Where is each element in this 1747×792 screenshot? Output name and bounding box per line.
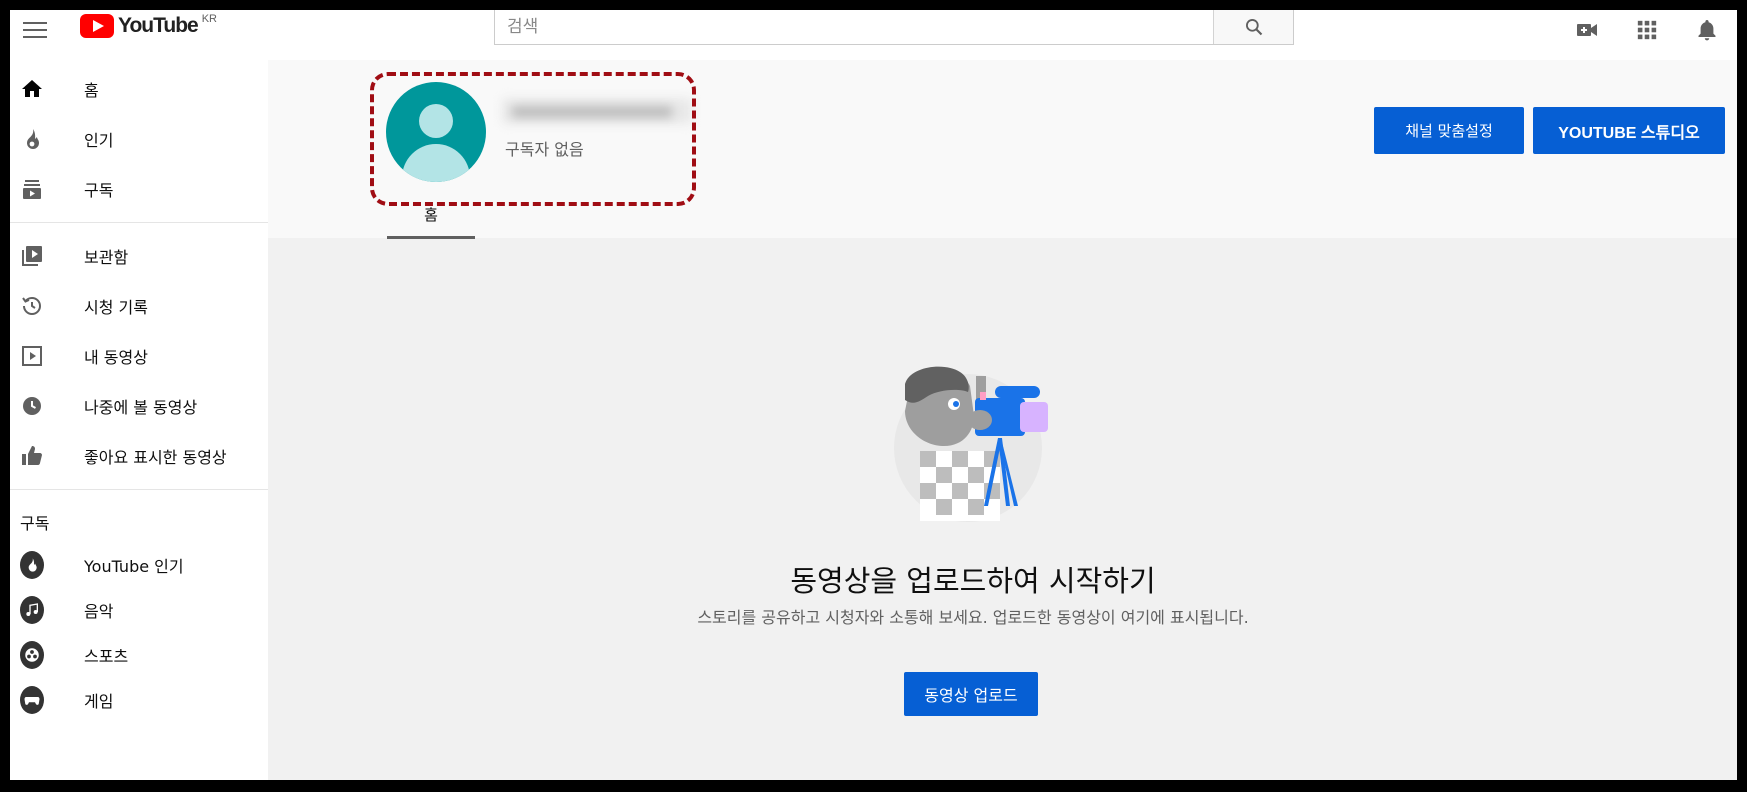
subscription-item-sports[interactable]: 스포츠 <box>10 632 268 677</box>
customize-channel-button[interactable]: 채널 맞춤설정 <box>1374 107 1524 154</box>
highlight-annotation <box>370 72 696 206</box>
sidebar-item-subscriptions[interactable]: 구독 <box>10 164 268 214</box>
flame-icon <box>20 550 44 579</box>
camera-operator-illustration <box>894 366 1048 522</box>
youtube-logo[interactable]: YouTube KR <box>80 13 217 38</box>
sidebar: 홈 인기 구독 보관함 시청 기록 내 동영상 나중에 볼 동영상 좋아요 표시… <box>10 60 268 780</box>
library-icon <box>20 244 44 268</box>
watch-later-icon <box>20 394 44 418</box>
youtube-play-icon <box>80 14 114 38</box>
tab-home[interactable]: 홈 <box>387 190 475 238</box>
browser-frame: YouTube KR 홈 <box>10 10 1737 780</box>
sidebar-item-trending[interactable]: 인기 <box>10 114 268 164</box>
subscriptions-section-title: 구독 <box>20 514 50 533</box>
soccer-ball-icon <box>20 640 44 669</box>
sidebar-item-label: 좋아요 표시한 동영상 <box>84 448 227 467</box>
subscription-item-gaming[interactable]: 게임 <box>10 677 268 722</box>
sidebar-subscriptions: YouTube 인기 음악 스포츠 게임 <box>10 542 268 722</box>
main-content: 구독자 없음 채널 맞춤설정 YOUTUBE 스튜디오 홈 동영상을 업로드하여… <box>268 60 1737 780</box>
sidebar-divider <box>10 489 268 490</box>
search-input[interactable] <box>495 10 1213 44</box>
top-bar: YouTube KR <box>10 10 1737 60</box>
subscription-item-youtube-trending[interactable]: YouTube 인기 <box>10 542 268 587</box>
subscription-avatar <box>20 595 44 624</box>
sidebar-item-label: YouTube 인기 <box>84 556 184 576</box>
notifications-button[interactable] <box>1677 10 1737 50</box>
apps-button[interactable] <box>1617 10 1677 50</box>
music-note-icon <box>20 595 44 624</box>
subscription-item-music[interactable]: 음악 <box>10 587 268 632</box>
menu-icon[interactable] <box>23 16 51 44</box>
sidebar-item-liked-videos[interactable]: 좋아요 표시한 동영상 <box>10 431 268 481</box>
sidebar-library: 보관함 시청 기록 내 동영상 나중에 볼 동영상 좋아요 표시한 동영상 <box>10 231 268 481</box>
video-camera-add-icon <box>1577 24 1597 36</box>
subscriptions-icon <box>20 177 44 201</box>
logo-text: YouTube <box>118 14 199 37</box>
trending-icon <box>20 127 44 151</box>
sidebar-item-label: 보관함 <box>84 248 129 267</box>
sidebar-primary: 홈 인기 구독 <box>10 60 268 214</box>
home-icon <box>20 77 44 101</box>
logo-country: KR <box>201 13 217 25</box>
sidebar-item-history[interactable]: 시청 기록 <box>10 281 268 331</box>
sidebar-item-label: 구독 <box>84 181 114 200</box>
youtube-studio-button[interactable]: YOUTUBE 스튜디오 <box>1533 107 1725 154</box>
my-videos-icon <box>20 344 44 368</box>
search-button[interactable] <box>1213 10 1293 44</box>
sidebar-item-label: 내 동영상 <box>84 348 148 367</box>
sidebar-item-home[interactable]: 홈 <box>10 64 268 114</box>
sidebar-divider <box>10 222 268 223</box>
search-box <box>494 10 1294 45</box>
apps-grid-icon <box>1637 20 1657 40</box>
sidebar-item-library[interactable]: 보관함 <box>10 231 268 281</box>
empty-state-description: 스토리를 공유하고 시청자와 소통해 보세요. 업로드한 동영상이 여기에 표시… <box>697 608 1249 627</box>
bell-icon <box>1698 20 1716 41</box>
empty-state-title: 동영상을 업로드하여 시작하기 <box>790 564 1156 598</box>
subscription-avatar <box>20 685 44 714</box>
empty-state: 동영상을 업로드하여 시작하기 스토리를 공유하고 시청자와 소통해 보세요. … <box>268 238 1737 780</box>
top-icons <box>1557 10 1737 50</box>
sidebar-item-label: 스포츠 <box>84 646 129 666</box>
upload-video-button[interactable]: 동영상 업로드 <box>904 672 1038 716</box>
sidebar-item-label: 시청 기록 <box>84 298 148 317</box>
sidebar-item-label: 음악 <box>84 601 114 621</box>
gamepad-icon <box>20 685 44 714</box>
subscription-avatar <box>20 550 44 579</box>
history-icon <box>20 294 44 318</box>
sidebar-item-label: 인기 <box>84 131 114 150</box>
create-video-button[interactable] <box>1557 10 1617 50</box>
sidebar-item-my-videos[interactable]: 내 동영상 <box>10 331 268 381</box>
sidebar-item-label: 나중에 볼 동영상 <box>84 398 198 417</box>
sidebar-item-watch-later[interactable]: 나중에 볼 동영상 <box>10 381 268 431</box>
sidebar-item-label: 홈 <box>84 81 99 100</box>
sidebar-item-label: 게임 <box>84 691 114 711</box>
liked-videos-icon <box>20 444 44 468</box>
search-icon <box>1245 19 1262 36</box>
channel-header: 구독자 없음 채널 맞춤설정 YOUTUBE 스튜디오 홈 <box>268 60 1737 239</box>
subscription-avatar <box>20 640 44 669</box>
